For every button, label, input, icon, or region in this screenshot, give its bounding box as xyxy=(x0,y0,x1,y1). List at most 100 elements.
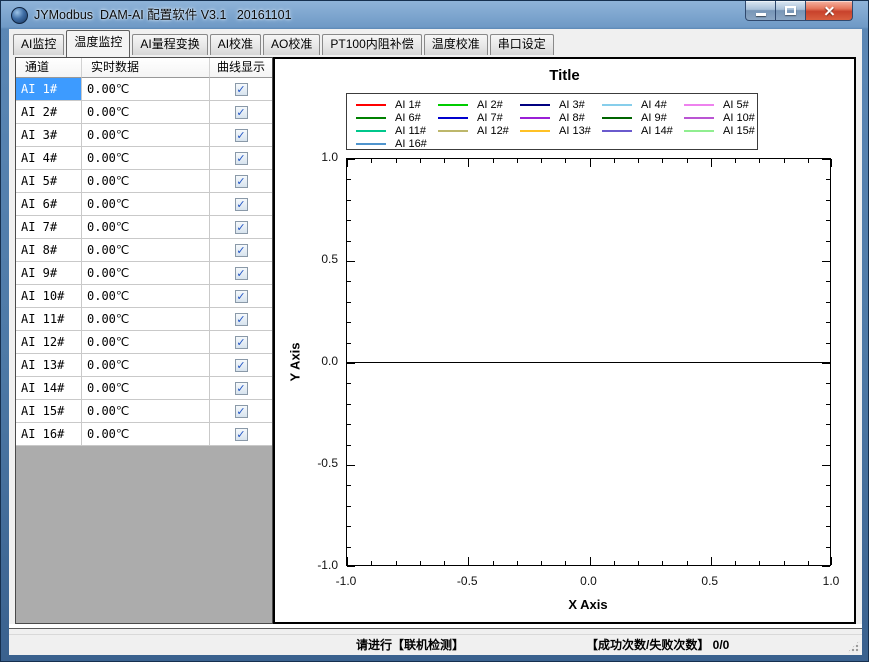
curve-checkbox-cell: ✓ xyxy=(210,285,272,307)
curve-checkbox[interactable]: ✓ xyxy=(235,106,248,119)
y-tick-label: -0.5 xyxy=(302,456,338,470)
table-row: AI 12#0.00℃✓ xyxy=(16,331,272,354)
curve-checkbox[interactable]: ✓ xyxy=(235,405,248,418)
tab-temp-calibration[interactable]: 温度校准 xyxy=(424,34,488,55)
legend-item: AI 13# xyxy=(511,125,593,137)
client-area: AI监控温度监控AI量程变换AI校准AO校准PT100内阻补偿温度校准串口设定 … xyxy=(9,29,862,655)
titlebar[interactable]: JYModbus DAM-AI 配置软件 V3.1 20161101 xyxy=(1,1,868,29)
legend-item: AI 7# xyxy=(429,112,511,124)
curve-checkbox[interactable]: ✓ xyxy=(235,198,248,211)
legend-label: AI 9# xyxy=(641,112,667,124)
legend-line-swatch xyxy=(602,130,632,132)
curve-checkbox[interactable]: ✓ xyxy=(235,290,248,303)
curve-checkbox[interactable]: ✓ xyxy=(235,152,248,165)
value-cell: 0.00℃ xyxy=(82,423,210,445)
y-tick-label: 1.0 xyxy=(302,150,338,164)
maximize-button[interactable] xyxy=(776,1,806,21)
legend-item: AI 16# xyxy=(347,138,429,150)
legend-label: AI 7# xyxy=(477,112,503,124)
chart-legend: AI 1#AI 2#AI 3#AI 4#AI 5#AI 6#AI 7#AI 8#… xyxy=(346,93,758,150)
legend-label: AI 2# xyxy=(477,99,503,111)
column-header[interactable]: 通道 xyxy=(16,58,82,78)
curve-checkbox[interactable]: ✓ xyxy=(235,313,248,326)
channel-cell[interactable]: AI 7# xyxy=(16,216,82,238)
tab-serial-port-settings[interactable]: 串口设定 xyxy=(490,34,554,55)
legend-line-swatch xyxy=(602,117,632,119)
legend-label: AI 5# xyxy=(723,99,749,111)
tab-bar: AI监控温度监控AI量程变换AI校准AO校准PT100内阻补偿温度校准串口设定 xyxy=(9,29,862,57)
tab-ai-calibration[interactable]: AI校准 xyxy=(210,34,261,55)
curve-checkbox-cell: ✓ xyxy=(210,239,272,261)
minimize-button[interactable] xyxy=(745,1,776,21)
close-button[interactable] xyxy=(806,1,853,21)
legend-line-swatch xyxy=(438,104,468,106)
curve-checkbox[interactable]: ✓ xyxy=(235,221,248,234)
channel-cell[interactable]: AI 5# xyxy=(16,170,82,192)
curve-checkbox-cell: ✓ xyxy=(210,423,272,445)
curve-checkbox-cell: ✓ xyxy=(210,331,272,353)
curve-checkbox[interactable]: ✓ xyxy=(235,83,248,96)
legend-line-swatch xyxy=(602,104,632,106)
curve-checkbox[interactable]: ✓ xyxy=(235,428,248,441)
channel-cell[interactable]: AI 15# xyxy=(16,400,82,422)
channel-cell[interactable]: AI 13# xyxy=(16,354,82,376)
legend-label: AI 14# xyxy=(641,125,673,137)
legend-row: AI 11#AI 12#AI 13#AI 14#AI 15# xyxy=(347,124,757,137)
tab-pt100-resistance-comp[interactable]: PT100内阻补偿 xyxy=(322,34,421,55)
curve-checkbox[interactable]: ✓ xyxy=(235,175,248,188)
tab-ai-monitor[interactable]: AI监控 xyxy=(13,34,64,55)
channel-cell[interactable]: AI 8# xyxy=(16,239,82,261)
channel-cell[interactable]: AI 3# xyxy=(16,124,82,146)
y-tick-label: -1.0 xyxy=(302,558,338,572)
resize-grip-icon[interactable] xyxy=(847,640,860,653)
table-row: AI 13#0.00℃✓ xyxy=(16,354,272,377)
channel-cell[interactable]: AI 16# xyxy=(16,423,82,445)
legend-label: AI 11# xyxy=(395,125,426,137)
table-row: AI 14#0.00℃✓ xyxy=(16,377,272,400)
legend-line-swatch xyxy=(356,143,386,145)
curve-checkbox[interactable]: ✓ xyxy=(235,267,248,280)
tab-ao-calibration[interactable]: AO校准 xyxy=(263,34,320,55)
channel-cell[interactable]: AI 12# xyxy=(16,331,82,353)
column-header[interactable]: 实时数据 xyxy=(82,58,210,78)
legend-label: AI 4# xyxy=(641,99,667,111)
legend-item: AI 14# xyxy=(593,125,675,137)
channel-cell[interactable]: AI 14# xyxy=(16,377,82,399)
channel-cell[interactable]: AI 4# xyxy=(16,147,82,169)
legend-item: AI 6# xyxy=(347,112,429,124)
legend-label: AI 10# xyxy=(723,112,755,124)
value-cell: 0.00℃ xyxy=(82,147,210,169)
curve-checkbox[interactable]: ✓ xyxy=(235,382,248,395)
legend-item: AI 15# xyxy=(675,125,757,137)
curve-checkbox-cell: ✓ xyxy=(210,308,272,330)
curve-checkbox[interactable]: ✓ xyxy=(235,129,248,142)
curve-checkbox[interactable]: ✓ xyxy=(235,359,248,372)
curve-checkbox[interactable]: ✓ xyxy=(235,336,248,349)
tab-temp-monitor[interactable]: 温度监控 xyxy=(66,30,130,57)
table-row: AI 16#0.00℃ ✓ xyxy=(16,423,272,446)
channel-cell[interactable]: AI 9# xyxy=(16,262,82,284)
value-cell: 0.00℃ xyxy=(82,124,210,146)
value-cell: 0.00℃ xyxy=(82,400,210,422)
legend-line-swatch xyxy=(520,104,550,106)
tab-ai-range-transform[interactable]: AI量程变换 xyxy=(132,34,207,55)
channel-cell[interactable]: AI 6# xyxy=(16,193,82,215)
curve-checkbox[interactable]: ✓ xyxy=(235,244,248,257)
plot-area xyxy=(346,158,831,566)
table-row: AI 15#0.00℃ ✓ xyxy=(16,400,272,423)
curve-checkbox-cell: ✓ xyxy=(210,193,272,215)
curve-checkbox-cell: ✓ xyxy=(210,124,272,146)
legend-line-swatch xyxy=(684,104,714,106)
channel-cell[interactable]: AI 2# xyxy=(16,101,82,123)
channel-cell[interactable]: AI 1# xyxy=(16,78,82,100)
channel-cell[interactable]: AI 10# xyxy=(16,285,82,307)
legend-line-swatch xyxy=(684,130,714,132)
table-row: AI 8#0.00℃✓ xyxy=(16,239,272,262)
legend-item: AI 10# xyxy=(675,112,757,124)
channel-cell[interactable]: AI 11# xyxy=(16,308,82,330)
app-icon xyxy=(11,7,28,24)
column-header[interactable]: 曲线显示 xyxy=(210,58,272,78)
x-tick-label: 1.0 xyxy=(809,574,853,588)
curve-checkbox-cell: ✓ xyxy=(210,216,272,238)
legend-item: AI 5# xyxy=(675,99,757,111)
